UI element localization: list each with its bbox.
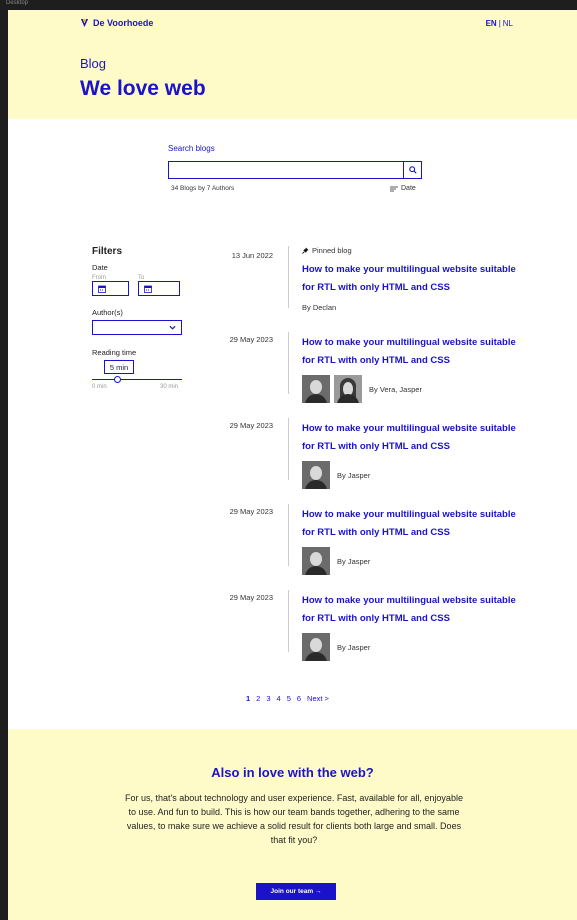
- avatar: [302, 375, 330, 403]
- hero-header: De Voorhoede EN | NL Blog We love web: [8, 10, 577, 119]
- slider-track: [92, 379, 182, 380]
- post-date: 29 May 2023: [229, 507, 273, 516]
- post-divider: [288, 246, 289, 308]
- avatar: [334, 375, 362, 403]
- post-body: How to make your multilingual website su…: [302, 332, 522, 403]
- reading-time-slider[interactable]: 5 min 0 min 30 min: [92, 360, 192, 392]
- pagination: 1 2 3 4 5 6 Next >: [246, 694, 329, 703]
- result-count: 34 Blogs by 7 Authors: [171, 185, 235, 192]
- slider-min-label: 0 min: [92, 384, 107, 390]
- page-link-4[interactable]: 4: [277, 694, 281, 703]
- page-link-5[interactable]: 5: [287, 694, 291, 703]
- slider-handle[interactable]: [113, 376, 121, 383]
- chevron-down-icon: [169, 325, 176, 330]
- date-filter-label: Date: [92, 263, 108, 272]
- post-divider: [288, 504, 289, 566]
- lang-nl-link[interactable]: NL: [503, 19, 513, 28]
- post-byline: By Jasper: [337, 556, 371, 566]
- lang-en-link[interactable]: EN: [486, 19, 497, 28]
- post-divider: [288, 418, 289, 480]
- sort-icon: [390, 186, 398, 191]
- date-to-input[interactable]: [138, 281, 180, 296]
- post-date: 29 May 2023: [229, 593, 273, 602]
- post-byline: By Jasper: [337, 470, 371, 480]
- filters-heading: Filters: [92, 246, 123, 257]
- page-title: We love web: [80, 77, 206, 100]
- lang-separator: |: [498, 19, 501, 28]
- post-byline: By Jasper: [337, 642, 371, 652]
- search-icon: [408, 166, 417, 174]
- avatar: [302, 461, 330, 489]
- author-select[interactable]: [92, 320, 182, 335]
- slider-max-label: 30 min: [160, 384, 179, 390]
- post-body: How to make your multilingual website su…: [302, 418, 522, 489]
- post-date: 29 May 2023: [229, 421, 273, 430]
- hero-subtitle: Blog: [80, 56, 107, 71]
- logo-icon: [80, 18, 89, 28]
- date-from-input[interactable]: [92, 281, 129, 296]
- post-authors: By Jasper: [302, 633, 522, 661]
- post-divider: [288, 332, 289, 394]
- sort-button[interactable]: Date: [390, 185, 416, 192]
- reading-time-value: 5 min: [104, 360, 134, 374]
- page-link-2[interactable]: 2: [256, 694, 260, 703]
- calendar-icon: [144, 285, 152, 293]
- post-title-link[interactable]: How to make your multilingual website su…: [302, 264, 516, 293]
- post-divider: [288, 590, 289, 652]
- pinned-badge: Pinned blog: [302, 246, 522, 255]
- frame-label: Desktop: [6, 0, 29, 6]
- logo-text: De Voorhoede: [93, 18, 154, 28]
- search-button[interactable]: [403, 162, 421, 178]
- post-title-link[interactable]: How to make your multilingual website su…: [302, 595, 516, 624]
- cta-text: For us, that's about technology and user…: [125, 793, 463, 845]
- avatar: [302, 633, 330, 661]
- filters-panel: Filters Date From To Author(s) Reading t…: [92, 246, 192, 392]
- page-link-1[interactable]: 1: [246, 694, 250, 703]
- page: De Voorhoede EN | NL Blog We love web Se…: [8, 10, 577, 920]
- pinned-label: Pinned blog: [312, 246, 352, 255]
- pin-icon: [302, 247, 309, 254]
- calendar-icon: [98, 285, 106, 293]
- search-input[interactable]: [168, 161, 422, 179]
- post-body: How to make your multilingual website su…: [302, 590, 522, 661]
- post-date: 29 May 2023: [229, 335, 273, 344]
- logo-link[interactable]: De Voorhoede: [80, 18, 153, 28]
- page-link-3[interactable]: 3: [266, 694, 270, 703]
- post-authors: By Jasper: [302, 461, 522, 489]
- sort-label: Date: [401, 185, 416, 192]
- next-page-link[interactable]: Next >: [307, 694, 329, 703]
- avatar: [302, 547, 330, 575]
- post-title-link[interactable]: How to make your multilingual website su…: [302, 509, 516, 538]
- post-body: How to make your multilingual website su…: [302, 504, 522, 575]
- page-link-6[interactable]: 6: [297, 694, 301, 703]
- join-cta-section: Also in love with the web? For us, that'…: [8, 729, 577, 920]
- join-team-button[interactable]: Join our team →: [256, 883, 336, 900]
- search-label: Search blogs: [168, 144, 215, 153]
- post-byline: By Vera, Jasper: [369, 384, 422, 394]
- author-filter-label: Author(s): [92, 308, 123, 317]
- post-body: Pinned blog How to make your multilingua…: [302, 246, 522, 312]
- post-authors: By Vera, Jasper: [302, 375, 522, 403]
- post-title-link[interactable]: How to make your multilingual website su…: [302, 423, 516, 452]
- post-byline: By Declan: [302, 303, 337, 312]
- cta-title: Also in love with the web?: [211, 765, 374, 780]
- language-switch: EN | NL: [486, 19, 513, 28]
- post-date: 13 Jun 2022: [231, 251, 273, 260]
- post-authors: By Jasper: [302, 547, 522, 575]
- post-title-link[interactable]: How to make your multilingual website su…: [302, 337, 516, 366]
- reading-time-label: Reading time: [92, 348, 137, 357]
